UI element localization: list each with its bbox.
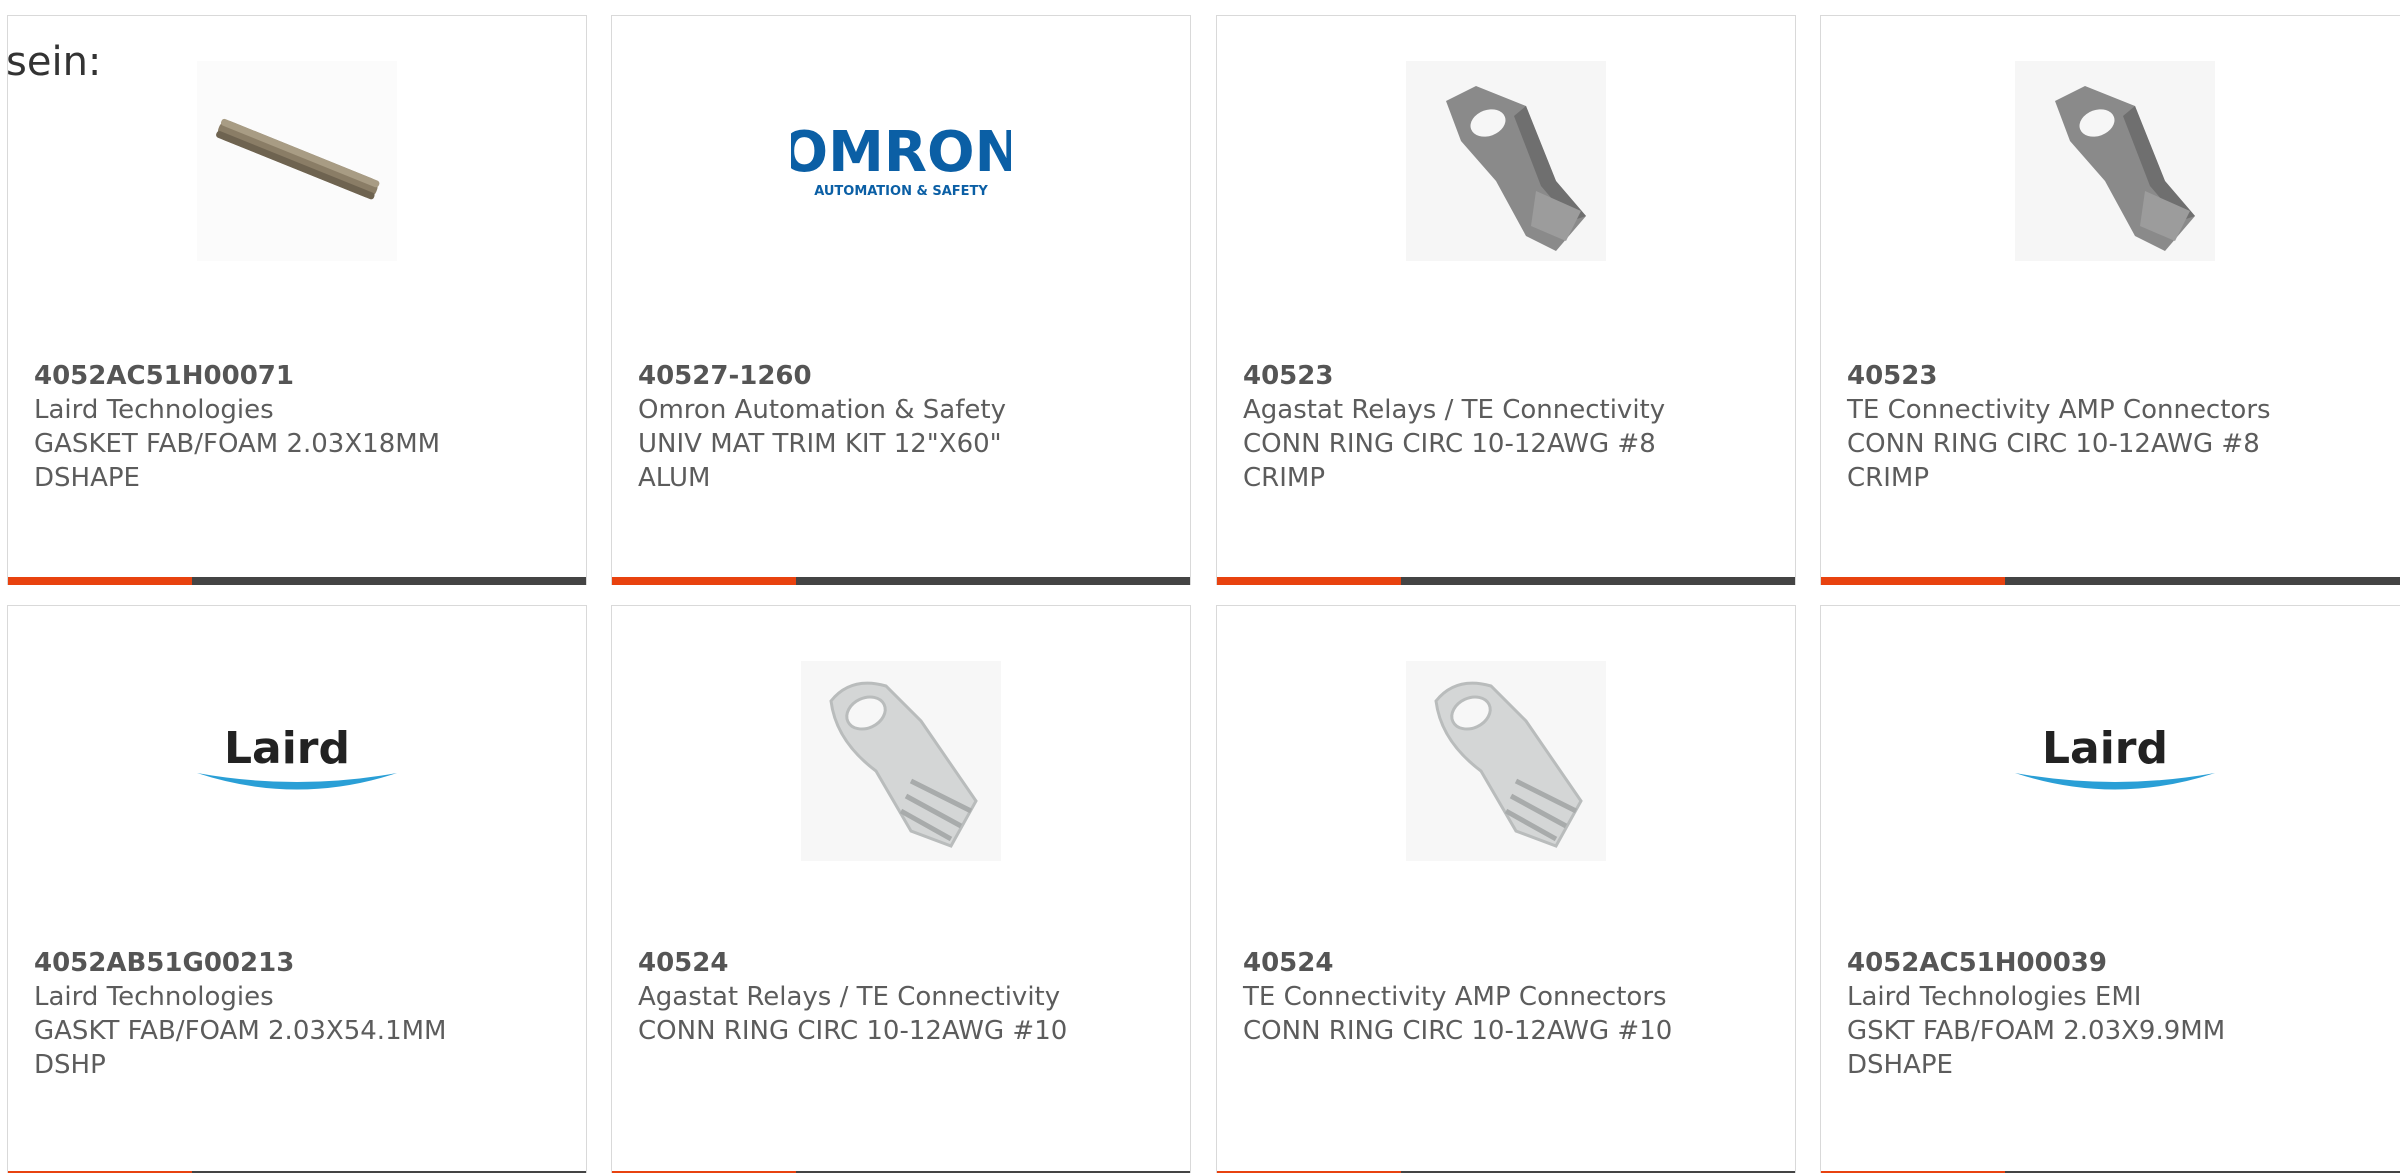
product-info: 4052AC51H00071 Laird Technologies GASKET… <box>34 359 554 495</box>
product-card[interactable]: OMRON AUTOMATION & SAFETY 40527-1260 Omr… <box>611 15 1191 585</box>
product-image[interactable]: OMRON AUTOMATION & SAFETY <box>612 56 1190 266</box>
intro-text: sein: <box>6 39 102 85</box>
description-line: CONN RING CIRC 10-12AWG #10 <box>1243 1016 1673 1046</box>
part-number[interactable]: 40523 <box>1243 359 1763 393</box>
manufacturer: Laird Technologies EMI <box>1847 982 2142 1012</box>
card-footer-bar <box>1821 577 2400 585</box>
laird-logo-text: Laird <box>2042 723 2168 774</box>
card-footer-accent <box>8 577 192 585</box>
part-number[interactable]: 4052AB51G00213 <box>34 946 554 980</box>
product-image[interactable] <box>1217 656 1795 866</box>
product-image[interactable]: Laird <box>8 656 586 866</box>
laird-logo-icon: Laird <box>197 723 397 790</box>
ring-terminal-gray-icon <box>1406 61 1606 261</box>
ring-terminal-clear-icon <box>1406 661 1606 861</box>
product-info: 4052AC51H00039 Laird Technologies EMI GS… <box>1847 946 2367 1082</box>
product-image[interactable] <box>8 56 586 266</box>
manufacturer: Laird Technologies <box>34 395 274 425</box>
product-card[interactable]: Laird 4052AC51H00039 Laird Technologies … <box>1820 605 2400 1173</box>
product-info: 40523 TE Connectivity AMP Connectors CON… <box>1847 359 2367 495</box>
description-line: CONN RING CIRC 10-12AWG #8 <box>1847 429 2260 459</box>
manufacturer: TE Connectivity AMP Connectors <box>1243 982 1667 1012</box>
description-line: CONN RING CIRC 10-12AWG #8 <box>1243 429 1656 459</box>
product-info: 40527-1260 Omron Automation & Safety UNI… <box>638 359 1158 495</box>
description-line: DSHAPE <box>34 463 140 493</box>
product-grid: 4052AC51H00071 Laird Technologies GASKET… <box>0 0 2400 1173</box>
part-number[interactable]: 40524 <box>638 946 1158 980</box>
card-footer-bar <box>8 577 586 585</box>
product-image[interactable] <box>612 656 1190 866</box>
product-card[interactable]: 4052AC51H00071 Laird Technologies GASKET… <box>7 15 587 585</box>
card-footer-accent <box>1217 577 1401 585</box>
part-number[interactable]: 40527-1260 <box>638 359 1158 393</box>
laird-logo-icon: Laird <box>2015 723 2215 790</box>
product-info: 40524 TE Connectivity AMP Connectors CON… <box>1243 946 1763 1048</box>
product-info: 40523 Agastat Relays / TE Connectivity C… <box>1243 359 1763 495</box>
description-line: DSHAPE <box>1847 1050 1953 1080</box>
product-info: 40524 Agastat Relays / TE Connectivity C… <box>638 946 1158 1048</box>
part-number[interactable]: 4052AC51H00071 <box>34 359 554 393</box>
part-number[interactable]: 40524 <box>1243 946 1763 980</box>
manufacturer: TE Connectivity AMP Connectors <box>1847 395 2271 425</box>
part-number[interactable]: 4052AC51H00039 <box>1847 946 2367 980</box>
description-line: UNIV MAT TRIM KIT 12"X60" <box>638 429 1002 459</box>
description-line: GASKET FAB/FOAM 2.03X18MM <box>34 429 441 459</box>
description-line: GSKT FAB/FOAM 2.03X9.9MM <box>1847 1016 2226 1046</box>
gasket-rod-icon <box>197 61 397 261</box>
product-card[interactable]: 40523 Agastat Relays / TE Connectivity C… <box>1216 15 1796 585</box>
description-line: DSHP <box>34 1050 106 1080</box>
description-line: ALUM <box>638 463 711 493</box>
description-line: GASKT FAB/FOAM 2.03X54.1MM <box>34 1016 447 1046</box>
part-number[interactable]: 40523 <box>1847 359 2367 393</box>
product-card[interactable]: Laird 4052AB51G00213 Laird Technologies … <box>7 605 587 1173</box>
product-card[interactable]: 40524 TE Connectivity AMP Connectors CON… <box>1216 605 1796 1173</box>
omron-logo-subtext: AUTOMATION & SAFETY <box>814 184 988 199</box>
manufacturer: Agastat Relays / TE Connectivity <box>1243 395 1666 425</box>
product-info: 4052AB51G00213 Laird Technologies GASKT … <box>34 946 554 1082</box>
product-card[interactable]: 40523 TE Connectivity AMP Connectors CON… <box>1820 15 2400 585</box>
card-footer-bar <box>1217 577 1795 585</box>
ring-terminal-gray-icon <box>2015 61 2215 261</box>
card-footer-accent <box>612 577 796 585</box>
description-line: CONN RING CIRC 10-12AWG #10 <box>638 1016 1068 1046</box>
omron-logo-text: OMRON <box>791 120 1011 185</box>
description-line: CRIMP <box>1243 463 1325 493</box>
manufacturer: Omron Automation & Safety <box>638 395 1006 425</box>
product-image[interactable] <box>1821 56 2400 266</box>
product-card[interactable]: 40524 Agastat Relays / TE Connectivity C… <box>611 605 1191 1173</box>
ring-terminal-clear-icon <box>801 661 1001 861</box>
product-image[interactable]: Laird <box>1821 656 2400 866</box>
omron-logo-icon: OMRON AUTOMATION & SAFETY <box>791 120 1011 199</box>
description-line: CRIMP <box>1847 463 1929 493</box>
card-footer-accent <box>1821 577 2005 585</box>
laird-logo-text: Laird <box>224 723 350 774</box>
page: sein: 4052AC51H00071 Laird Technologies … <box>0 0 2400 1173</box>
manufacturer: Laird Technologies <box>34 982 274 1012</box>
card-footer-bar <box>612 577 1190 585</box>
product-image[interactable] <box>1217 56 1795 266</box>
manufacturer: Agastat Relays / TE Connectivity <box>638 982 1061 1012</box>
